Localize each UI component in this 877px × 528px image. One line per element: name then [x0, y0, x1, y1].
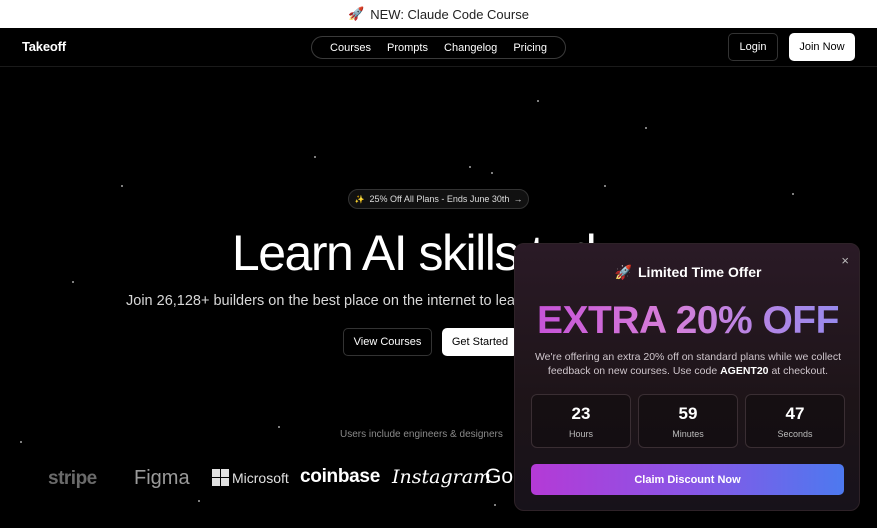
popup-headline: EXTRA 20% OFF — [515, 299, 861, 343]
arrow-right-icon: → — [513, 194, 523, 204]
timer-label: Hours — [568, 429, 593, 439]
star-decoration — [198, 500, 200, 502]
sparkle-icon: ✨ — [354, 194, 365, 204]
star-decoration — [537, 100, 539, 102]
star-decoration — [314, 156, 316, 158]
microsoft-logo: Microsoft — [212, 469, 289, 486]
timer-value: 23 — [571, 404, 591, 423]
timer-minutes: 59 Minutes — [638, 394, 738, 448]
nav-link-prompts[interactable]: Prompts — [387, 42, 428, 54]
nav-links: Courses Prompts Changelog Pricing — [311, 36, 566, 59]
timer-label: Seconds — [777, 429, 813, 439]
star-decoration — [491, 172, 493, 174]
claim-discount-button[interactable]: Claim Discount Now — [531, 464, 844, 495]
promo-code: AGENT20 — [720, 365, 769, 377]
promo-text: 25% Off All Plans - Ends June 30th — [369, 194, 510, 204]
timer-label: Minutes — [672, 429, 704, 439]
star-decoration — [20, 441, 22, 443]
get-started-button[interactable]: Get Started — [442, 328, 518, 356]
join-now-button[interactable]: Join Now — [789, 33, 855, 61]
star-decoration — [494, 504, 496, 506]
login-button[interactable]: Login — [728, 33, 778, 61]
popup-title-text: Limited Time Offer — [638, 264, 762, 280]
top-nav: Takeoff Courses Prompts Changelog Pricin… — [0, 28, 877, 67]
figma-logo: Figma — [134, 467, 190, 489]
nav-link-courses[interactable]: Courses — [330, 42, 371, 54]
instagram-logo: Instagram — [392, 466, 492, 488]
google-logo: Go — [485, 465, 514, 488]
promo-badge[interactable]: ✨ 25% Off All Plans - Ends June 30th → — [348, 189, 529, 209]
announcement-text: NEW: Claude Code Course — [370, 6, 529, 22]
hero-subtitle: Join 26,128+ builders on the best place … — [126, 293, 528, 309]
microsoft-grid-icon — [212, 469, 229, 486]
view-courses-button[interactable]: View Courses — [343, 328, 432, 356]
coinbase-logo: coinbase — [300, 466, 380, 487]
star-decoration — [604, 185, 606, 187]
timer-value: 47 — [785, 404, 805, 423]
stripe-logo: stripe — [48, 468, 97, 489]
announcement-bar[interactable]: 🚀 NEW: Claude Code Course — [0, 0, 877, 28]
star-decoration — [121, 185, 123, 187]
timer-value: 59 — [678, 404, 698, 423]
timer-hours: 23 Hours — [531, 394, 631, 448]
star-decoration — [278, 426, 280, 428]
users-caption: Users include engineers & designers — [340, 429, 503, 440]
nav-link-pricing[interactable]: Pricing — [513, 42, 547, 54]
limited-offer-popup: × 🚀 Limited Time Offer EXTRA 20% OFF We'r… — [514, 243, 860, 511]
nav-link-changelog[interactable]: Changelog — [444, 42, 497, 54]
star-decoration — [792, 193, 794, 195]
star-decoration — [645, 127, 647, 129]
logo[interactable]: Takeoff — [22, 39, 66, 54]
star-decoration — [469, 166, 471, 168]
microsoft-logo-text: Microsoft — [232, 469, 289, 486]
rocket-icon: 🚀 — [614, 264, 632, 280]
popup-title: 🚀 Limited Time Offer — [515, 264, 861, 281]
popup-desc-end: at checkout. — [768, 365, 829, 377]
popup-description: We're offering an extra 20% off on stand… — [531, 350, 845, 378]
rocket-icon: 🚀 — [348, 6, 365, 21]
timer-seconds: 47 Seconds — [745, 394, 845, 448]
